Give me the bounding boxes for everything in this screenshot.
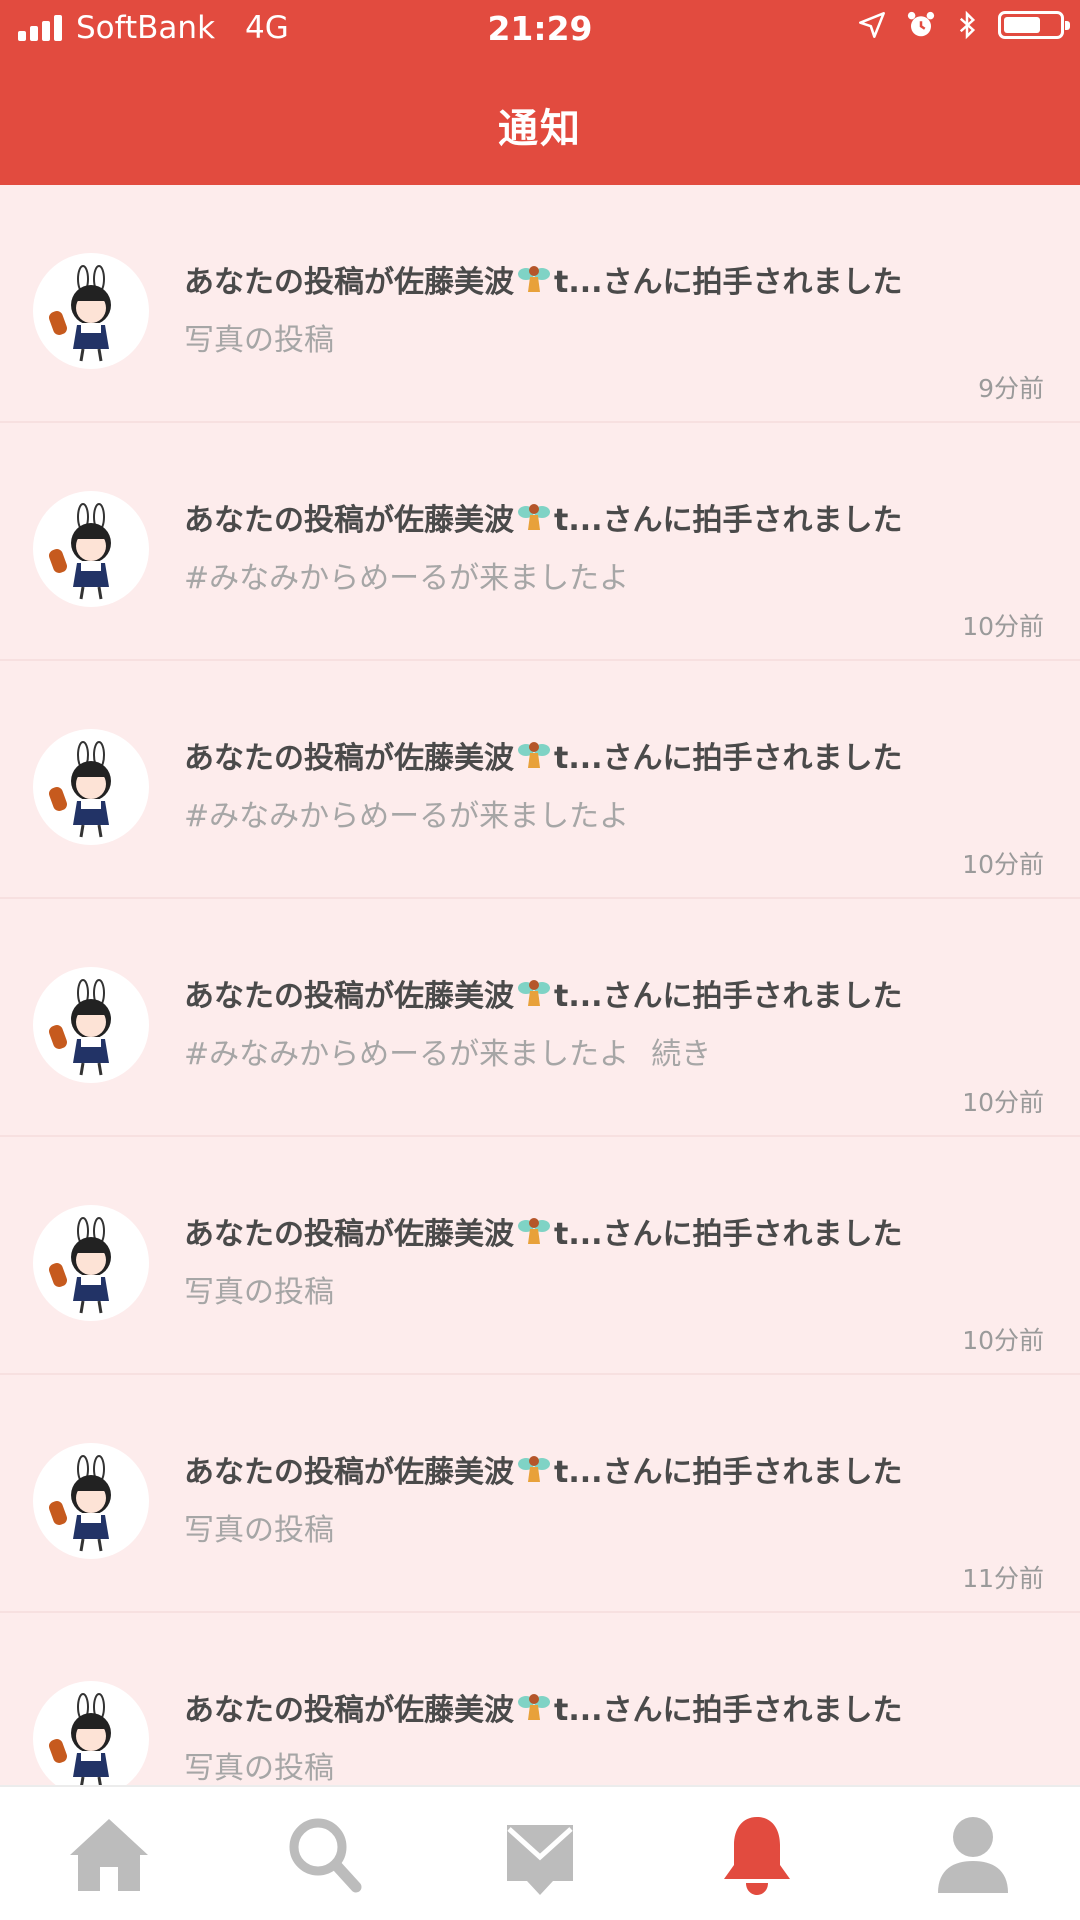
post-snippet: #みなみからめーるが来ましたよ [184, 799, 630, 834]
notification-item[interactable]: あなたの投稿が佐藤美波 t...さんに拍手されました写真の投稿 11分前 [0, 1375, 1080, 1613]
header-bar: SoftBank 4G 21:29 通知 [0, 0, 1080, 185]
notification-message-start: あなたの投稿が佐藤美波 [184, 1455, 514, 1490]
notification-time: 10分前 [962, 612, 1044, 641]
tab-home[interactable] [64, 1811, 154, 1897]
notification-time: 11分前 [962, 1564, 1044, 1593]
post-snippet: 写真の投稿 [184, 323, 334, 358]
notification-subtitle: 写真の投稿 [184, 1743, 356, 1785]
chibi-avatar-image [49, 741, 111, 838]
post-snippet: #みなみからめーるが来ましたよ [184, 561, 630, 596]
notification-subtitle: #みなみからめーるが来ましたよ 続き [184, 1029, 711, 1073]
notification-message-end: t...さんに拍手されました [554, 1217, 903, 1252]
notification-time: 9分前 [978, 374, 1044, 403]
tab-search[interactable] [280, 1811, 370, 1897]
more-link[interactable]: 続き [651, 1037, 711, 1072]
avatar[interactable] [33, 1205, 149, 1321]
chibi-avatar-image [49, 1455, 111, 1552]
fairy-emoji-icon [518, 1456, 550, 1482]
notification-subtitle: #みなみからめーるが来ましたよ [184, 553, 651, 597]
notification-time: 10分前 [962, 1326, 1044, 1355]
home-icon [70, 1819, 148, 1891]
tab-profile[interactable] [928, 1811, 1018, 1897]
notification-message: あなたの投稿が佐藤美波 t...さんに拍手されました [184, 1209, 960, 1253]
chibi-avatar-image [49, 1217, 111, 1314]
mail-icon [507, 1825, 573, 1895]
notification-message-start: あなたの投稿が佐藤美波 [184, 265, 514, 300]
battery-icon [998, 11, 1070, 39]
notification-message-end: t...さんに拍手されました [554, 265, 903, 300]
tab-messages[interactable] [495, 1811, 585, 1897]
page-title: 通知 [498, 106, 582, 152]
avatar[interactable] [33, 729, 149, 845]
notification-item[interactable]: あなたの投稿が佐藤美波 t...さんに拍手されました #みなみからめーるが来ましたよ… [0, 899, 1080, 1137]
status-bar: SoftBank 4G 21:29 [0, 0, 1080, 60]
app-root: SoftBank 4G 21:29 通知 あなたの投稿が佐藤美波 t...さんに拍… [0, 0, 1080, 1920]
notification-subtitle: 写真の投稿 [184, 1505, 356, 1549]
notification-subtitle: 写真の投稿 [184, 315, 356, 359]
chibi-avatar-image [49, 503, 111, 600]
chibi-avatar-image [49, 979, 111, 1076]
avatar[interactable] [33, 1443, 149, 1559]
post-snippet: 写真の投稿 [184, 1513, 334, 1548]
fairy-emoji-icon [518, 742, 550, 768]
notification-subtitle: 写真の投稿 [184, 1267, 356, 1311]
notification-subtitle: #みなみからめーるが来ましたよ [184, 791, 651, 835]
notification-message: あなたの投稿が佐藤美波 t...さんに拍手されました [184, 733, 960, 777]
notification-message: あなたの投稿が佐藤美波 t...さんに拍手されました [184, 257, 960, 301]
notification-item[interactable]: あなたの投稿が佐藤美波 t...さんに拍手されました写真の投稿 9分前 [0, 185, 1080, 423]
profile-icon [938, 1817, 1008, 1893]
notification-list[interactable]: あなたの投稿が佐藤美波 t...さんに拍手されました 写真の投稿 9分前 あなたの投稿が… [0, 185, 1080, 1785]
location-arrow-icon [859, 12, 885, 38]
notification-message-start: あなたの投稿が佐藤美波 [184, 1693, 514, 1728]
fairy-emoji-icon [518, 1694, 550, 1720]
search-icon [289, 1818, 362, 1893]
avatar[interactable] [33, 1681, 149, 1785]
fairy-emoji-icon [518, 504, 550, 530]
alarm-icon [907, 11, 935, 37]
chibi-avatar-image [49, 265, 111, 362]
notification-message-end: t...さんに拍手されました [554, 1455, 903, 1490]
notification-item[interactable]: あなたの投稿が佐藤美波 t...さんに拍手されました #みなみからめーるが来ましたよ… [0, 661, 1080, 899]
bottom-tab-bar [0, 1785, 1080, 1920]
fairy-emoji-icon [518, 266, 550, 292]
notification-message-start: あなたの投稿が佐藤美波 [184, 979, 514, 1014]
notification-message-start: あなたの投稿が佐藤美波 [184, 503, 514, 538]
notification-message: あなたの投稿が佐藤美波 t...さんに拍手されました [184, 1447, 960, 1491]
notification-message: あなたの投稿が佐藤美波 t...さんに拍手されました [184, 971, 960, 1015]
post-snippet: 写真の投稿 [184, 1751, 334, 1785]
notification-message: あなたの投稿が佐藤美波 t...さんに拍手されました [184, 1685, 960, 1729]
post-snippet: #みなみからめーるが来ましたよ [184, 1037, 630, 1072]
notification-item[interactable]: あなたの投稿が佐藤美波 t...さんに拍手されました写真の投稿 [0, 1613, 1080, 1785]
notification-message-start: あなたの投稿が佐藤美波 [184, 1217, 514, 1252]
notification-message: あなたの投稿が佐藤美波 t...さんに拍手されました [184, 495, 960, 539]
avatar[interactable] [33, 967, 149, 1083]
notification-message-end: t...さんに拍手されました [554, 503, 903, 538]
avatar[interactable] [33, 253, 149, 369]
notification-message-start: あなたの投稿が佐藤美波 [184, 741, 514, 776]
post-snippet: 写真の投稿 [184, 1275, 334, 1310]
avatar[interactable] [33, 491, 149, 607]
status-right [858, 10, 1070, 40]
notification-item[interactable]: あなたの投稿が佐藤美波 t...さんに拍手されました #みなみからめーるが来ましたよ… [0, 423, 1080, 661]
fairy-emoji-icon [518, 980, 550, 1006]
notification-item[interactable]: あなたの投稿が佐藤美波 t...さんに拍手されました写真の投稿 10分前 [0, 1137, 1080, 1375]
bell-icon [724, 1817, 790, 1895]
notification-message-end: t...さんに拍手されました [554, 979, 903, 1014]
notification-message-end: t...さんに拍手されました [554, 1693, 903, 1728]
tab-notifications[interactable] [712, 1811, 802, 1897]
chibi-avatar-image [49, 1693, 111, 1785]
notification-time: 10分前 [962, 850, 1044, 879]
bluetooth-icon [959, 10, 976, 40]
notification-message-end: t...さんに拍手されました [554, 741, 903, 776]
fairy-emoji-icon [518, 1218, 550, 1244]
notification-time: 10分前 [962, 1088, 1044, 1117]
